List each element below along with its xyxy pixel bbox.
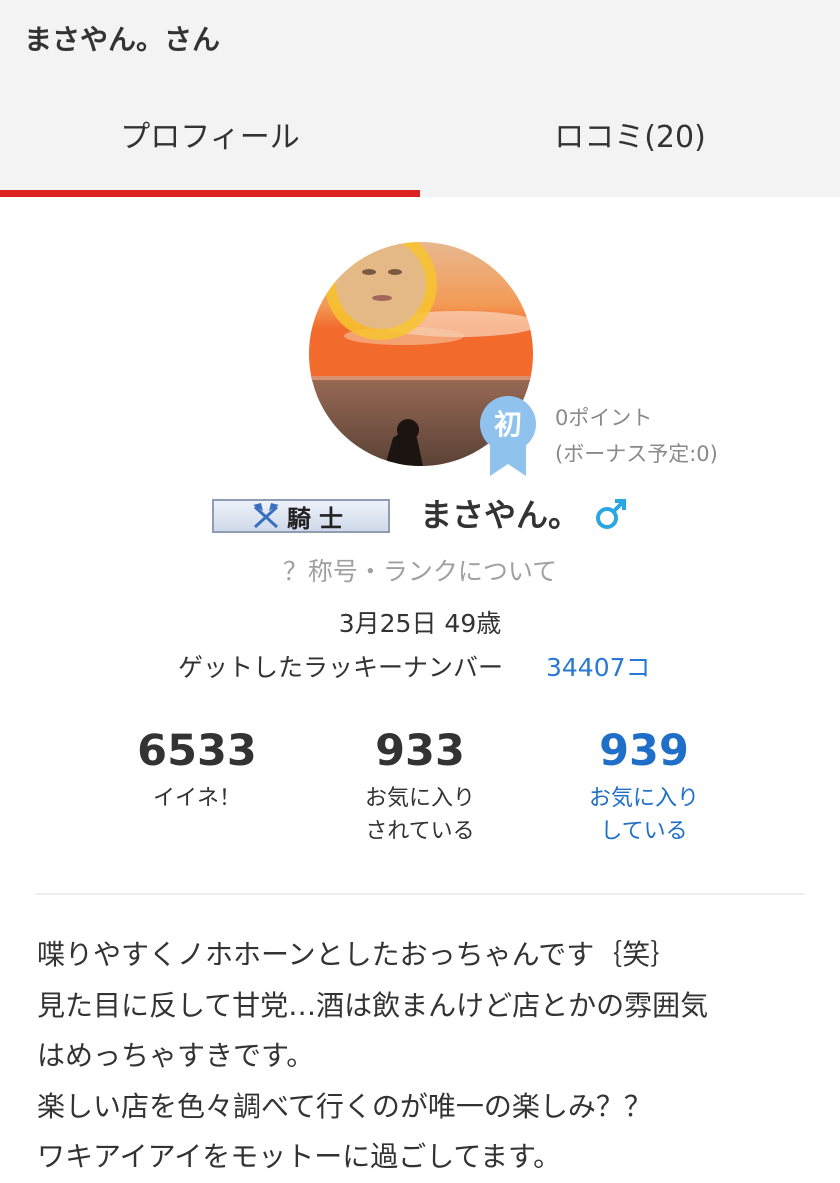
favorited-by-label: お気に入り されている (364, 786, 475, 844)
rank-help-link[interactable]: ？称号・ランクについて (0, 552, 840, 588)
bio-text: 喋りやすくノホホーンとしたおっちゃんです｛笑｝ 見た目に反して甘党…酒は飲まんけ… (37, 930, 817, 1183)
favorites-count[interactable]: 939 (529, 726, 759, 776)
favorites-stat[interactable]: 939 お気に入り している (529, 726, 759, 848)
beginner-badge: 初 (478, 392, 538, 476)
lucky-number-label: ゲットしたラッキーナンバー (178, 653, 504, 682)
nickname: まさやん。 (420, 496, 581, 534)
favorited-by-count: 933 (375, 726, 465, 776)
lucky-number-value[interactable]: 34407コ (546, 648, 651, 684)
rank-badge: 騎士 (212, 499, 390, 533)
bio-line: はめっちゃすきです。 (37, 1039, 315, 1072)
male-symbol-icon (593, 496, 629, 536)
likes-stat: 6533 イイネ！ (82, 726, 312, 815)
bio-line: 見た目に反して甘党…酒は飲まんけど店とかの雰囲気 (37, 988, 709, 1022)
bio-line: ワキアイアイをモットーに過ごしてます。 (37, 1140, 562, 1173)
rank-label: 騎士 (287, 503, 351, 533)
tab-reviews[interactable]: ロコミ(20) (420, 112, 840, 162)
header-bar: まさやん。さん プロフィール ロコミ(20) (0, 0, 840, 197)
tab-profile[interactable]: プロフィール (0, 112, 420, 162)
badge-char: 初 (494, 408, 522, 441)
points-info: 0ポイント (ボーナス予定:0) (555, 400, 718, 472)
birthday-age: 3月25日 49歳 (338, 609, 502, 638)
bonus-points: (ボーナス予定:0) (555, 442, 718, 466)
favorites-label[interactable]: お気に入り している (529, 782, 759, 848)
page-title: まさやん。さん (24, 23, 221, 56)
active-tab-indicator (0, 190, 420, 197)
bio-line: 楽しい店を色々調べて行くのが唯一の楽しみ？？ (37, 1089, 652, 1123)
points-value: 0ポイント (555, 406, 653, 430)
likes-count: 6533 (137, 726, 257, 776)
divider (36, 893, 804, 895)
favorited-by-stat: 933 お気に入り されている (305, 726, 535, 848)
bio-line: 喋りやすくノホホーンとしたおっちゃんです｛笑｝ (37, 938, 679, 971)
likes-label: イイネ！ (152, 786, 241, 811)
crossed-axes-icon (253, 503, 279, 529)
